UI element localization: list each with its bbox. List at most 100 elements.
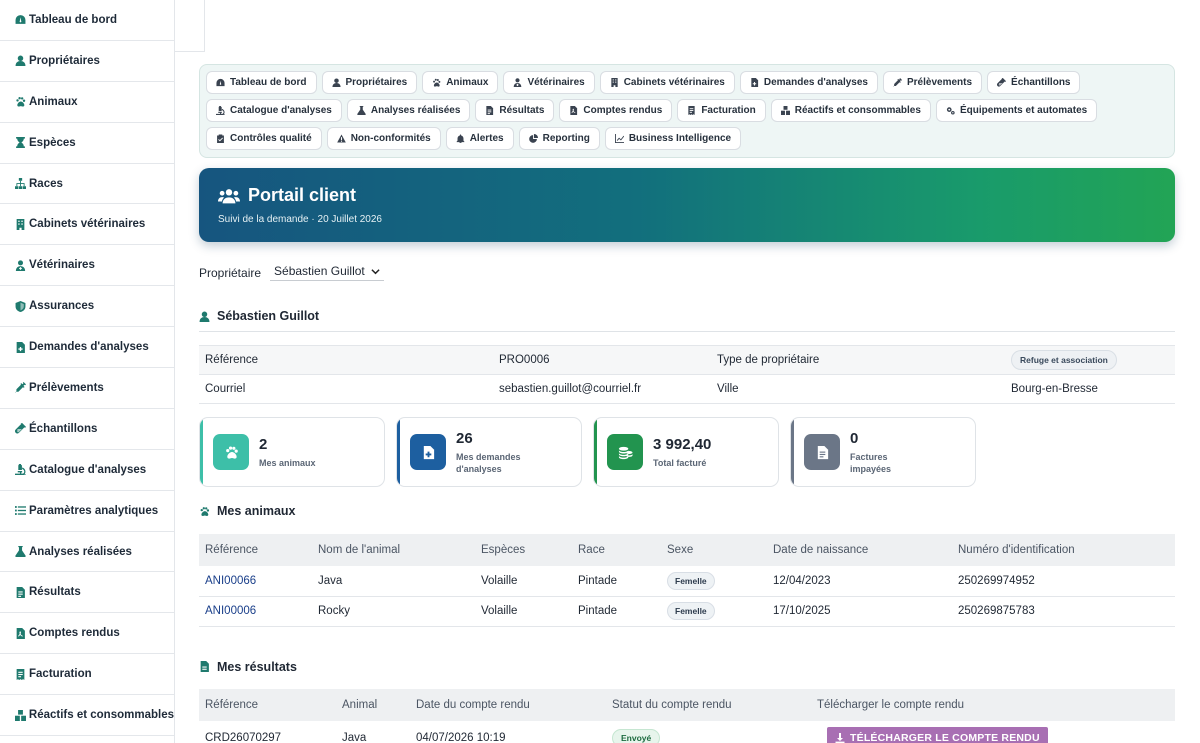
microscope-icon bbox=[15, 464, 26, 476]
sidebar-item-10[interactable]: Prélèvements bbox=[0, 368, 174, 409]
quicknav-pill-10[interactable]: Analyses réalisées bbox=[346, 99, 471, 122]
sidebar-item-6[interactable]: Cabinets vétérinaires bbox=[0, 204, 174, 246]
column-header[interactable]: Nom de l'animal bbox=[312, 534, 475, 566]
quicknav-pill-5[interactable]: Cabinets vétérinaires bbox=[599, 71, 735, 94]
main-content: Tableau de bord Propriétaires Animaux Vétér… bbox=[199, 64, 1175, 743]
animal-birth: 17/10/2025 bbox=[767, 596, 952, 627]
stat-icon-box bbox=[804, 434, 840, 470]
owner-type-badge: Refuge et association bbox=[1011, 350, 1117, 370]
column-header[interactable]: Date du compte rendu bbox=[410, 688, 606, 721]
sidebar-item-16[interactable]: Comptes rendus bbox=[0, 613, 174, 655]
sex-badge: Femelle bbox=[667, 602, 715, 620]
sidebar-item-7[interactable]: Vétérinaires bbox=[0, 245, 174, 287]
report-status: Envoyé bbox=[606, 720, 811, 743]
sidebar-item-11[interactable]: Échantillons bbox=[0, 409, 174, 450]
stat-label: Mes demandes d'analyses bbox=[456, 451, 521, 474]
owner-select[interactable]: Sébastien Guillot bbox=[270, 264, 385, 281]
owner-info-table: Référence PRO0006 Type de propriétaire R… bbox=[199, 345, 1175, 404]
quicknav-pill-18[interactable]: Alertes bbox=[445, 127, 514, 150]
column-header[interactable]: Référence bbox=[199, 534, 312, 566]
quicknav-pill-19[interactable]: Reporting bbox=[518, 127, 600, 150]
column-header[interactable]: Animal bbox=[336, 688, 410, 721]
column-header[interactable]: Sexe bbox=[661, 534, 767, 566]
owner-filter: Propriétaire Sébastien Guillot bbox=[199, 264, 1175, 281]
quicknav-pill-13[interactable]: Facturation bbox=[677, 99, 766, 122]
paw-icon bbox=[200, 506, 210, 516]
stats-cards: 2 Mes animaux 26 Mes demandes d'analyses… bbox=[199, 417, 1175, 487]
quicknav-pill-9[interactable]: Catalogue d'analyses bbox=[206, 99, 342, 122]
animal-ref-text[interactable]: ANI00066 bbox=[205, 575, 256, 587]
sidebar-icon-wrap bbox=[13, 668, 28, 680]
column-header[interactable]: Télécharger le compte rendu bbox=[811, 688, 1175, 721]
download-report-button[interactable]: TÉLÉCHARGER LE COMPTE RENDU bbox=[827, 726, 1048, 743]
stat-label: Total facturé bbox=[653, 457, 707, 468]
stat-card-unpaid[interactable]: 0 Factures impayées bbox=[790, 417, 976, 487]
chart-pie-icon bbox=[528, 134, 538, 143]
sidebar-item-5[interactable]: Races bbox=[0, 164, 174, 205]
animal-sex: Femelle bbox=[661, 566, 767, 597]
stat-accent-bar bbox=[791, 418, 794, 486]
file-medical-icon bbox=[16, 341, 25, 353]
sidebar-item-label: Réactifs et consommables bbox=[28, 709, 174, 722]
table-row: ANI00006 Rocky Volaille Pintade Femelle … bbox=[199, 596, 1175, 627]
clipboard-check-icon bbox=[217, 134, 224, 143]
user-icon bbox=[15, 55, 26, 67]
file-pdf-icon bbox=[570, 106, 578, 115]
paw-icon bbox=[225, 446, 238, 459]
quicknav-pill-8[interactable]: Échantillons bbox=[987, 71, 1081, 94]
column-header[interactable]: Référence bbox=[199, 688, 336, 721]
column-header[interactable]: Date de naissance bbox=[767, 534, 952, 566]
owner-select-value: Sébastien Guillot bbox=[274, 264, 365, 278]
sidebar-item-2[interactable]: Propriétaires bbox=[0, 41, 174, 82]
quicknav-pill-20[interactable]: Business Intelligence bbox=[604, 127, 742, 150]
sidebar-item-13[interactable]: Paramètres analytiques bbox=[0, 491, 174, 532]
stat-card-animals[interactable]: 2 Mes animaux bbox=[199, 417, 385, 487]
sidebar-item-8[interactable]: Assurances bbox=[0, 286, 174, 328]
quicknav-label: Demandes d'analyses bbox=[763, 77, 868, 88]
quicknav-pill-4[interactable]: Vétérinaires bbox=[503, 71, 595, 94]
column-header[interactable]: Espèces bbox=[475, 534, 572, 566]
sidebar-toggle-area bbox=[175, 0, 205, 52]
column-header[interactable]: Race bbox=[572, 534, 661, 566]
sidebar-item-15[interactable]: Résultats bbox=[0, 572, 174, 614]
results-section-title: Mes résultats bbox=[199, 660, 1175, 674]
quicknav-pill-15[interactable]: Équipements et automates bbox=[935, 99, 1098, 122]
quicknav-pill-16[interactable]: Contrôles qualité bbox=[206, 127, 322, 150]
quicknav-pill-2[interactable]: Propriétaires bbox=[321, 71, 418, 94]
animal-ref-text[interactable]: ANI00006 bbox=[205, 605, 256, 617]
sidebar-item-9[interactable]: Demandes d'analyses bbox=[0, 327, 174, 369]
quicknav-pill-1[interactable]: Tableau de bord bbox=[206, 71, 317, 94]
quicknav-icon-wrap bbox=[997, 78, 1007, 87]
quicknav-pill-6[interactable]: Demandes d'analyses bbox=[739, 71, 878, 94]
sidebar-item-17[interactable]: Facturation bbox=[0, 654, 174, 696]
sidebar-item-label: Races bbox=[29, 177, 63, 190]
sidebar-item-18[interactable]: Réactifs et consommables bbox=[0, 695, 174, 737]
stat-card-billed[interactable]: 3 992,40 Total facturé bbox=[593, 417, 779, 487]
sidebar-icon-wrap bbox=[13, 137, 28, 149]
sidebar-item-12[interactable]: Catalogue d'analyses bbox=[0, 450, 174, 491]
flask-icon bbox=[357, 106, 366, 115]
animal-id-number: 250269875783 bbox=[952, 596, 1175, 627]
stat-card-requests[interactable]: 26 Mes demandes d'analyses bbox=[396, 417, 582, 487]
quicknav-pill-7[interactable]: Prélèvements bbox=[882, 71, 983, 94]
boxes-icon bbox=[780, 106, 790, 115]
quick-nav: Tableau de bord Propriétaires Animaux Vétér… bbox=[199, 64, 1175, 158]
sidebar-item-1[interactable]: Tableau de bord bbox=[0, 0, 174, 41]
quicknav-pill-17[interactable]: Non-conformités bbox=[326, 127, 441, 150]
animal-ref-link[interactable]: ANI00066 bbox=[199, 566, 312, 597]
paw-icon bbox=[16, 97, 26, 107]
paw-icon bbox=[433, 78, 441, 87]
list-icon bbox=[15, 506, 26, 516]
animal-ref-link[interactable]: ANI00006 bbox=[199, 596, 312, 627]
sidebar-item-4[interactable]: Espèces bbox=[0, 123, 174, 164]
sidebar-item-14[interactable]: Analyses réalisées bbox=[0, 532, 174, 573]
quicknav-pill-11[interactable]: Résultats bbox=[475, 99, 555, 122]
quicknav-pill-14[interactable]: Réactifs et consommables bbox=[770, 99, 931, 122]
download-report-label: TÉLÉCHARGER LE COMPTE RENDU bbox=[850, 732, 1040, 743]
sidebar-item-3[interactable]: Animaux bbox=[0, 82, 174, 123]
quicknav-pill-12[interactable]: Comptes rendus bbox=[559, 99, 673, 122]
animals-table: Référence Nom de l'animal Espèces Race S… bbox=[199, 534, 1175, 627]
quicknav-pill-3[interactable]: Animaux bbox=[422, 71, 499, 94]
column-header[interactable]: Statut du compte rendu bbox=[606, 688, 811, 721]
column-header[interactable]: Numéro d'identification bbox=[952, 534, 1175, 566]
